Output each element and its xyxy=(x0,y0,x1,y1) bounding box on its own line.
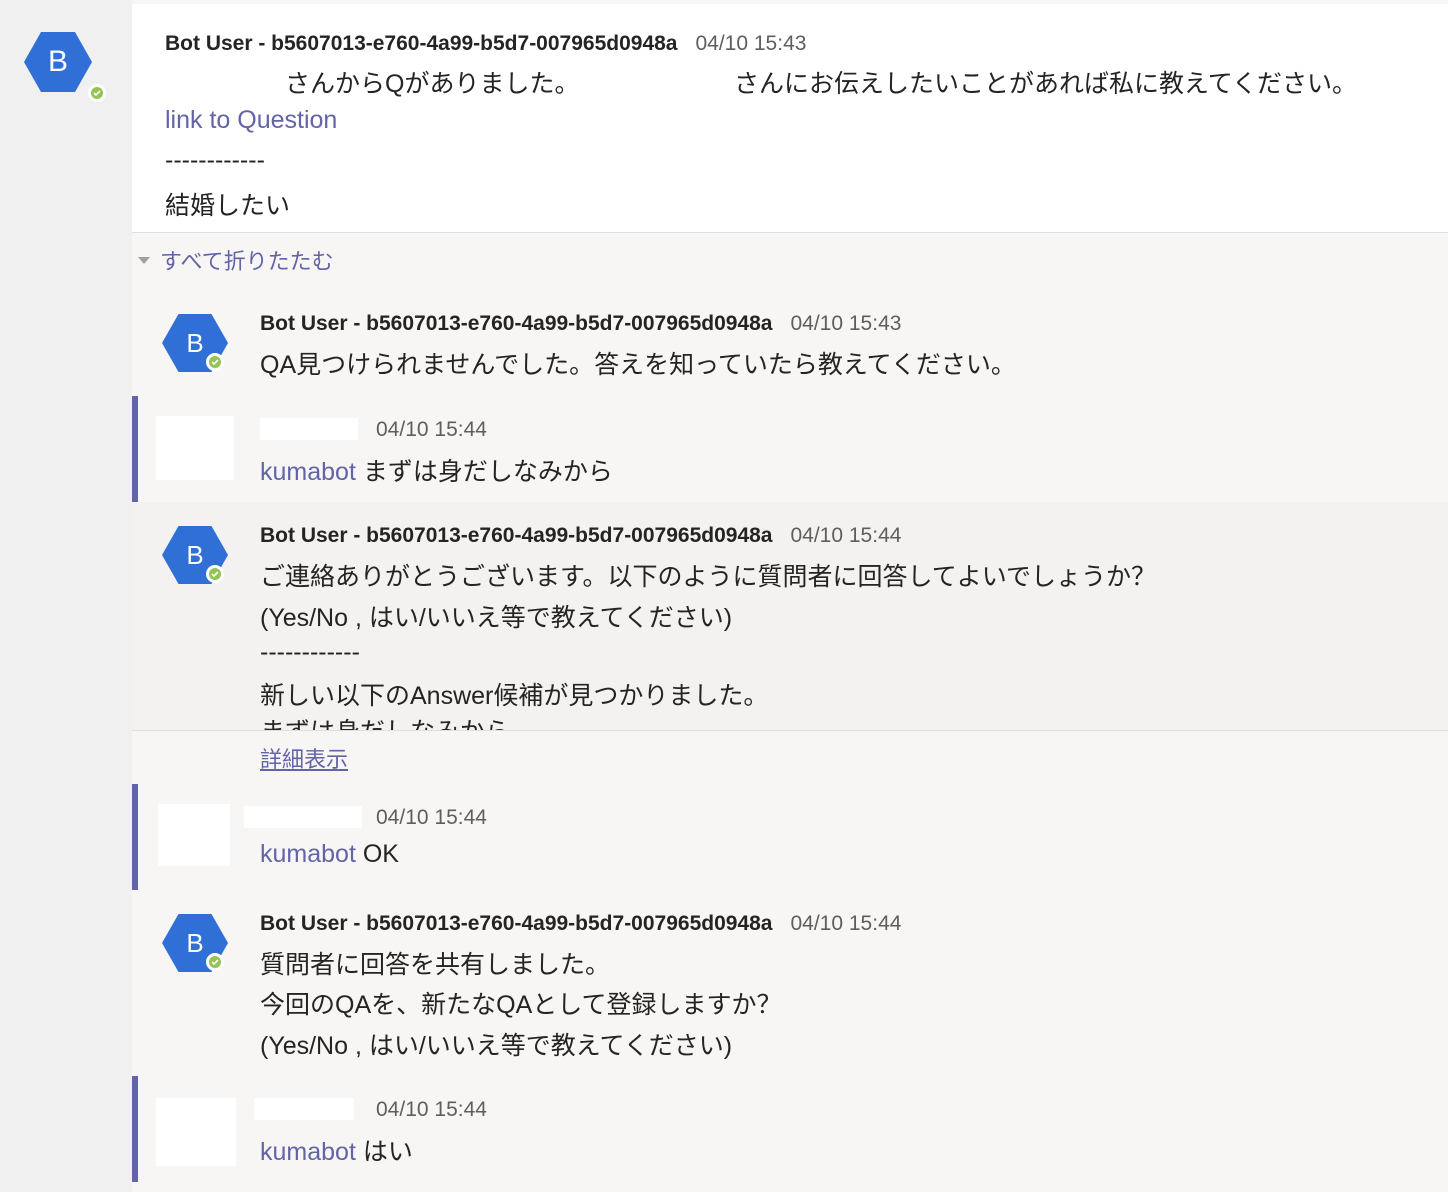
avatar-letter: B xyxy=(186,327,204,358)
reply-text-content: はい xyxy=(362,1138,413,1166)
sender-name[interactable]: Bot User - b5607013-e760-4a99-b5d7-00796… xyxy=(165,32,677,55)
presence-available-icon xyxy=(88,84,106,102)
reply-meta: Bot User - b5607013-e760-4a99-b5d7-00796… xyxy=(260,524,901,548)
reply-line4: 新しい以下のAnswer候補が見つかりました。 xyxy=(260,682,769,710)
timestamp: 04/10 15:43 xyxy=(790,312,902,335)
reply-line3: ------------ xyxy=(260,638,360,666)
reply-text: QA見つけられませんでした。答えを知っていたら教えてください。 xyxy=(260,351,1016,379)
reply-text-content: まずは身だしなみから xyxy=(362,458,613,486)
reply-text: kumabot はい xyxy=(260,1132,413,1168)
reply-line3: (Yes/No , はい/いいえ等で教えてください) xyxy=(260,1032,733,1060)
avatar-letter: B xyxy=(186,539,204,570)
reply-line5-truncated: まずは身だしなみから xyxy=(260,712,510,730)
presence-available-icon xyxy=(206,565,224,583)
timestamp-text: 04/10 15:44 xyxy=(376,418,487,441)
root-meta: Bot User - b5607013-e760-4a99-b5d7-00796… xyxy=(165,32,806,56)
left-gutter xyxy=(0,0,132,1192)
root-line1-part1: さんからQがありました。 xyxy=(285,70,580,98)
mention-kumabot[interactable]: kumabot xyxy=(260,458,356,486)
collapse-all-label: すべて折りたたむ xyxy=(160,249,334,274)
reply-line1: ご連絡ありがとうございます。以下のように質問者に回答してよいでしょうか？ xyxy=(260,563,1157,591)
mention-kumabot[interactable]: kumabot xyxy=(260,1138,356,1166)
timestamp: 04/10 15:44 xyxy=(790,912,902,935)
reply-text: kumabot まずは身だしなみから xyxy=(260,452,613,488)
sender-name[interactable]: Bot User - b5607013-e760-4a99-b5d7-00796… xyxy=(260,312,772,335)
link-to-question[interactable]: link to Question xyxy=(165,106,337,135)
reply-meta: Bot User - b5607013-e760-4a99-b5d7-00796… xyxy=(260,912,901,936)
timestamp: 04/10 15:43 xyxy=(695,32,807,55)
user-avatar[interactable] xyxy=(156,416,234,480)
reply-line2: (Yes/No , はい/いいえ等で教えてください) xyxy=(260,604,733,632)
timestamp: 04/10 15:44 xyxy=(790,524,902,547)
root-question: 結婚したい xyxy=(165,192,291,220)
presence-available-icon xyxy=(206,953,224,971)
user-name[interactable] xyxy=(260,418,358,440)
presence-available-icon xyxy=(206,353,224,371)
root-divider: ------------ xyxy=(165,146,265,174)
user-avatar[interactable] xyxy=(158,804,230,866)
see-more-link[interactable]: 詳細表示 xyxy=(260,742,348,774)
sender-name[interactable]: Bot User - b5607013-e760-4a99-b5d7-00796… xyxy=(260,912,772,935)
avatar-letter: B xyxy=(47,45,68,78)
collapse-all-button[interactable]: すべて折りたたむ xyxy=(138,244,334,276)
timestamp-text: 04/10 15:44 xyxy=(376,1098,487,1121)
collapse-triangle-icon xyxy=(138,256,150,264)
mention-kumabot[interactable]: kumabot xyxy=(260,840,356,868)
timestamp-text: 04/10 15:44 xyxy=(376,806,487,829)
user-name[interactable] xyxy=(254,1098,354,1120)
reply-line1: 質問者に回答を共有しました。 xyxy=(260,951,611,979)
user-name[interactable] xyxy=(244,806,362,828)
reply-user xyxy=(132,784,1448,890)
reply-text: kumabot OK xyxy=(260,840,399,869)
timestamp: 04/10 15:44 xyxy=(376,806,487,830)
user-avatar[interactable] xyxy=(156,1098,236,1166)
reply-line2: 今回のQAを、新たなQAとして登録しますか？ xyxy=(260,991,782,1019)
reply-meta: Bot User - b5607013-e760-4a99-b5d7-00796… xyxy=(260,312,901,336)
avatar-letter: B xyxy=(186,927,204,958)
sender-name[interactable]: Bot User - b5607013-e760-4a99-b5d7-00796… xyxy=(260,524,772,547)
root-line1-part2: さんにお伝えしたいことがあれば私に教えてください。 xyxy=(734,70,1358,98)
timestamp: 04/10 15:44 xyxy=(376,418,487,442)
reply-text-content: OK xyxy=(362,840,399,868)
timestamp: 04/10 15:44 xyxy=(376,1098,487,1122)
